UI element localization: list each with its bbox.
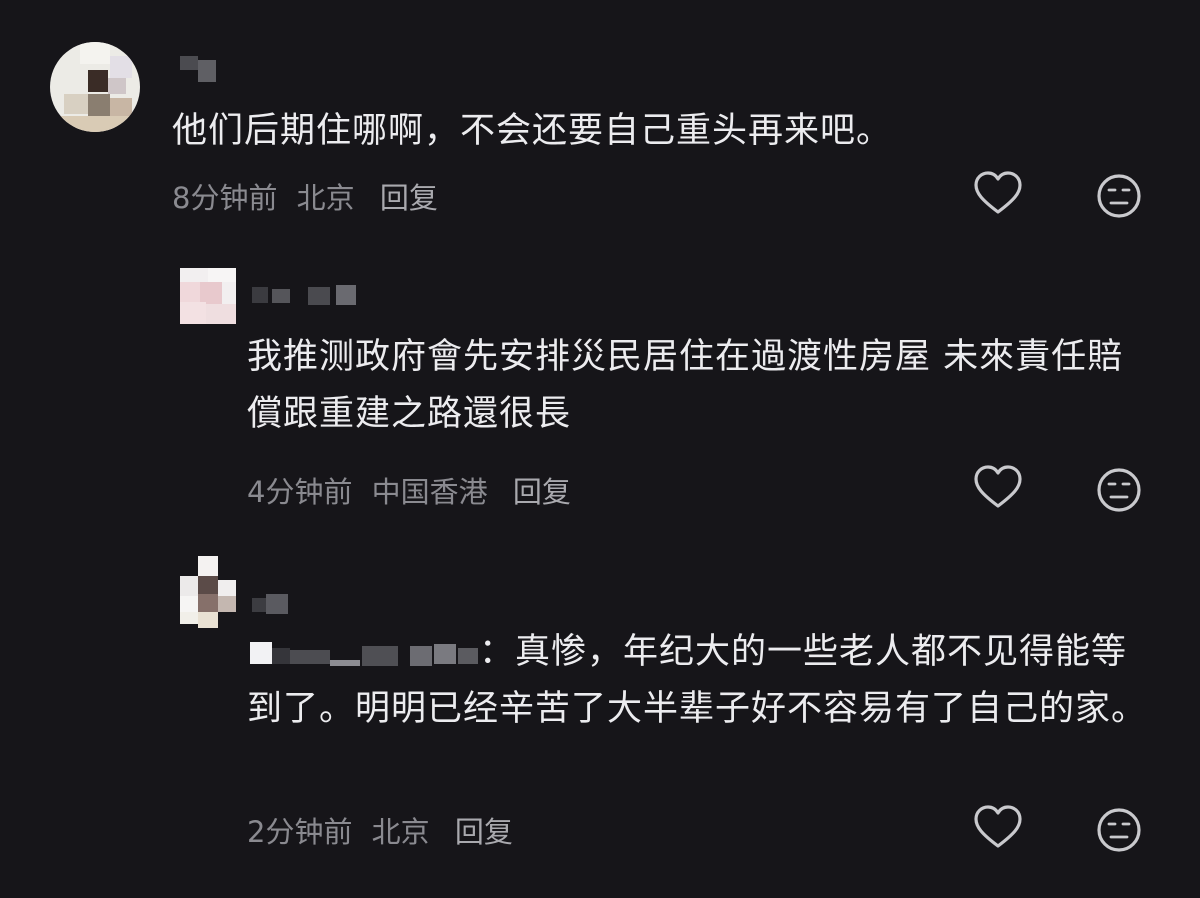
comment-meta: 2分钟前 北京 回复 — [247, 809, 523, 851]
avatar[interactable] — [180, 268, 236, 324]
comment-text: 我推测政府會先安排災民居住在過渡性房屋 未來責任賠償跟重建之路還很長 — [247, 337, 1124, 434]
comment-time: 4分钟前 — [247, 475, 353, 509]
comment-time: 2分钟前 — [247, 815, 353, 849]
meh-face-icon[interactable] — [1093, 464, 1145, 516]
username-masked[interactable] — [180, 56, 220, 86]
reply-button[interactable]: 回复 — [513, 475, 571, 509]
comment-location: 北京 — [371, 815, 430, 849]
reply-button[interactable]: 回复 — [380, 181, 438, 215]
meh-face-icon[interactable] — [1093, 170, 1145, 222]
reply-button[interactable]: 回复 — [455, 815, 513, 849]
comment-time: 8分钟前 — [172, 181, 278, 215]
comment-location: 北京 — [296, 181, 355, 215]
heart-icon[interactable] — [972, 168, 1024, 220]
username-masked[interactable] — [252, 285, 362, 315]
username-masked[interactable] — [252, 592, 292, 622]
comment-location: 中国香港 — [371, 475, 488, 509]
avatar[interactable] — [50, 42, 140, 132]
comment-text: ：真惨，年纪大的一些老人都不见得能等到了。明明已经辛苦了大半辈子好不容易有了自己… — [247, 632, 1148, 729]
avatar[interactable] — [180, 556, 236, 628]
comment-meta: 4分钟前 中国香港 回复 — [247, 469, 581, 511]
heart-icon[interactable] — [972, 802, 1024, 854]
meh-face-icon[interactable] — [1093, 804, 1145, 856]
heart-icon[interactable] — [972, 462, 1024, 514]
comment-text: 他们后期住哪啊，不会还要自己重头再来吧。 — [172, 111, 893, 151]
comment-meta: 8分钟前 北京 回复 — [172, 175, 448, 217]
